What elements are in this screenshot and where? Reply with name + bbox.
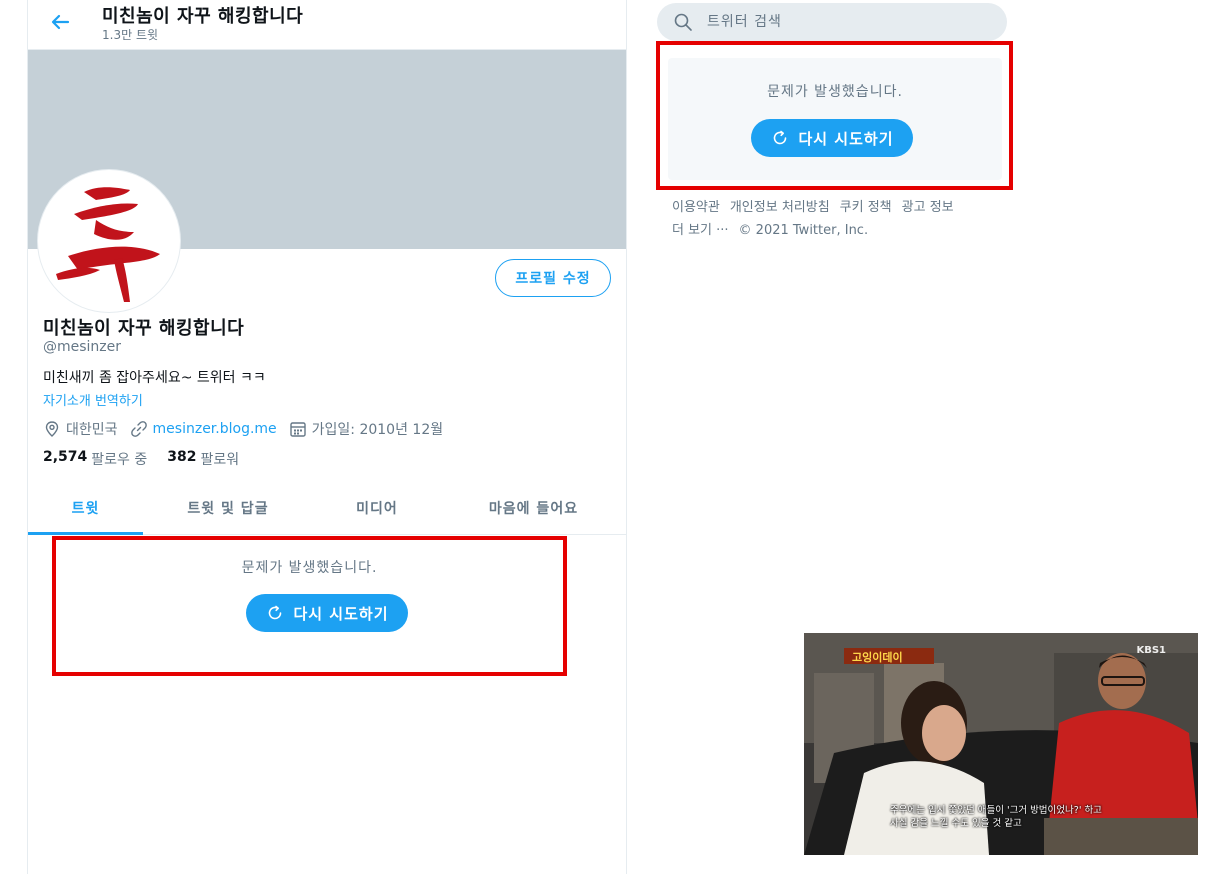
timeline-retry-button[interactable]: 다시 시도하기 — [246, 594, 408, 632]
location-item: 대한민국 — [43, 419, 118, 439]
location-text: 대한민국 — [66, 422, 118, 438]
following-label: 팔로우 중 — [91, 452, 148, 468]
footer-link-ads[interactable]: 광고 정보 — [902, 200, 954, 215]
followers-count: 382 — [167, 449, 197, 465]
following-stat[interactable]: 2,574 팔로우 중 — [43, 449, 147, 469]
footer-link-privacy[interactable]: 개인정보 처리방침 — [730, 200, 830, 215]
sidebar-retry-label: 다시 시도하기 — [798, 129, 894, 148]
search-bar[interactable] — [657, 3, 1007, 41]
website-link[interactable]: mesinzer.blog.me — [153, 421, 277, 437]
footer-copyright: © 2021 Twitter, Inc. — [738, 223, 869, 238]
footer-link-terms[interactable]: 이용약관 — [672, 200, 720, 215]
timeline-retry-label: 다시 시도하기 — [293, 604, 389, 623]
calendar-icon — [289, 422, 306, 437]
location-pin-icon — [45, 421, 59, 437]
joined-text: 가입일: 2010년 12월 — [311, 422, 444, 438]
svg-text:고잉이데이: 고잉이데이 — [852, 650, 903, 664]
back-arrow-icon[interactable] — [50, 12, 70, 32]
footer-more-link[interactable]: 더 보기 ··· — [672, 223, 729, 238]
search-input[interactable] — [705, 13, 989, 31]
sidebar-footer: 이용약관 개인정보 처리방침 쿠키 정책 광고 정보 더 보기 ··· © 2021 T… — [672, 196, 1002, 242]
refresh-icon — [269, 605, 282, 620]
profile-meta: 대한민국 mesinzer.blog.me 가입일: 2010년 12월 — [43, 419, 455, 439]
avatar[interactable] — [38, 170, 180, 312]
translate-bio-link[interactable]: 자기소개 번역하기 — [43, 390, 143, 409]
sidebar-retry-button[interactable]: 다시 시도하기 — [751, 119, 913, 157]
tab-tweets[interactable]: 트윗 — [28, 482, 143, 535]
profile-handle: @mesinzer — [43, 339, 122, 355]
refresh-icon — [774, 130, 787, 145]
follow-stats: 2,574 팔로우 중 382 팔로워 — [43, 449, 259, 469]
following-count: 2,574 — [43, 449, 88, 465]
video-thumbnail[interactable]: 고잉이데이 KBS1 주우에는 입시 쫓았던 애들이 '그거 방법이었나?' 하… — [804, 633, 1198, 855]
profile-name: 미친놈이 자꾸 해킹합니다 — [43, 318, 245, 339]
sidebar-error-message: 문제가 발생했습니다. — [767, 84, 903, 100]
tab-likes[interactable]: 마음에 들어요 — [441, 482, 626, 534]
timeline-error-message: 문제가 발생했습니다. — [241, 560, 378, 576]
sidebar-error-highlight — [656, 41, 1013, 190]
link-icon — [130, 421, 147, 437]
search-icon — [674, 13, 692, 31]
tab-tweets-replies[interactable]: 트윗 및 답글 — [143, 482, 313, 534]
profile-tabs: 트윗 트윗 및 답글 미디어 마음에 들어요 — [28, 482, 626, 535]
joined-item: 가입일: 2010년 12월 — [289, 419, 443, 439]
avatar-logo-icon — [56, 187, 160, 302]
edit-profile-button[interactable]: 프로필 수정 — [495, 259, 611, 297]
tab-media[interactable]: 미디어 — [313, 482, 441, 534]
profile-bio: 미친새끼 좀 잡아주세요~ 트위터 ㅋㅋ — [43, 370, 266, 386]
right-column-border — [626, 0, 627, 874]
video-subtitles: 주우에는 입시 쫓았던 애들이 '그거 방법이었나?' 하고 사실 감을 느낄 … — [890, 804, 1102, 830]
followers-stat[interactable]: 382 팔로워 — [167, 449, 239, 469]
channel-logo: KBS1 — [1136, 645, 1166, 656]
footer-link-cookies[interactable]: 쿠키 정책 — [840, 200, 892, 215]
website-item[interactable]: mesinzer.blog.me — [130, 420, 277, 438]
followers-label: 팔로워 — [200, 452, 240, 468]
subtitle-line-2: 사실 감을 느낄 수도 있을 것 같고 — [890, 818, 1022, 829]
header-tweet-count: 1.3만 트윗 — [102, 28, 159, 42]
subtitle-line-1: 주우에는 입시 쫓았던 애들이 '그거 방법이었나?' 하고 — [890, 805, 1102, 816]
header-title: 미친놈이 자꾸 해킹합니다 — [102, 6, 304, 27]
